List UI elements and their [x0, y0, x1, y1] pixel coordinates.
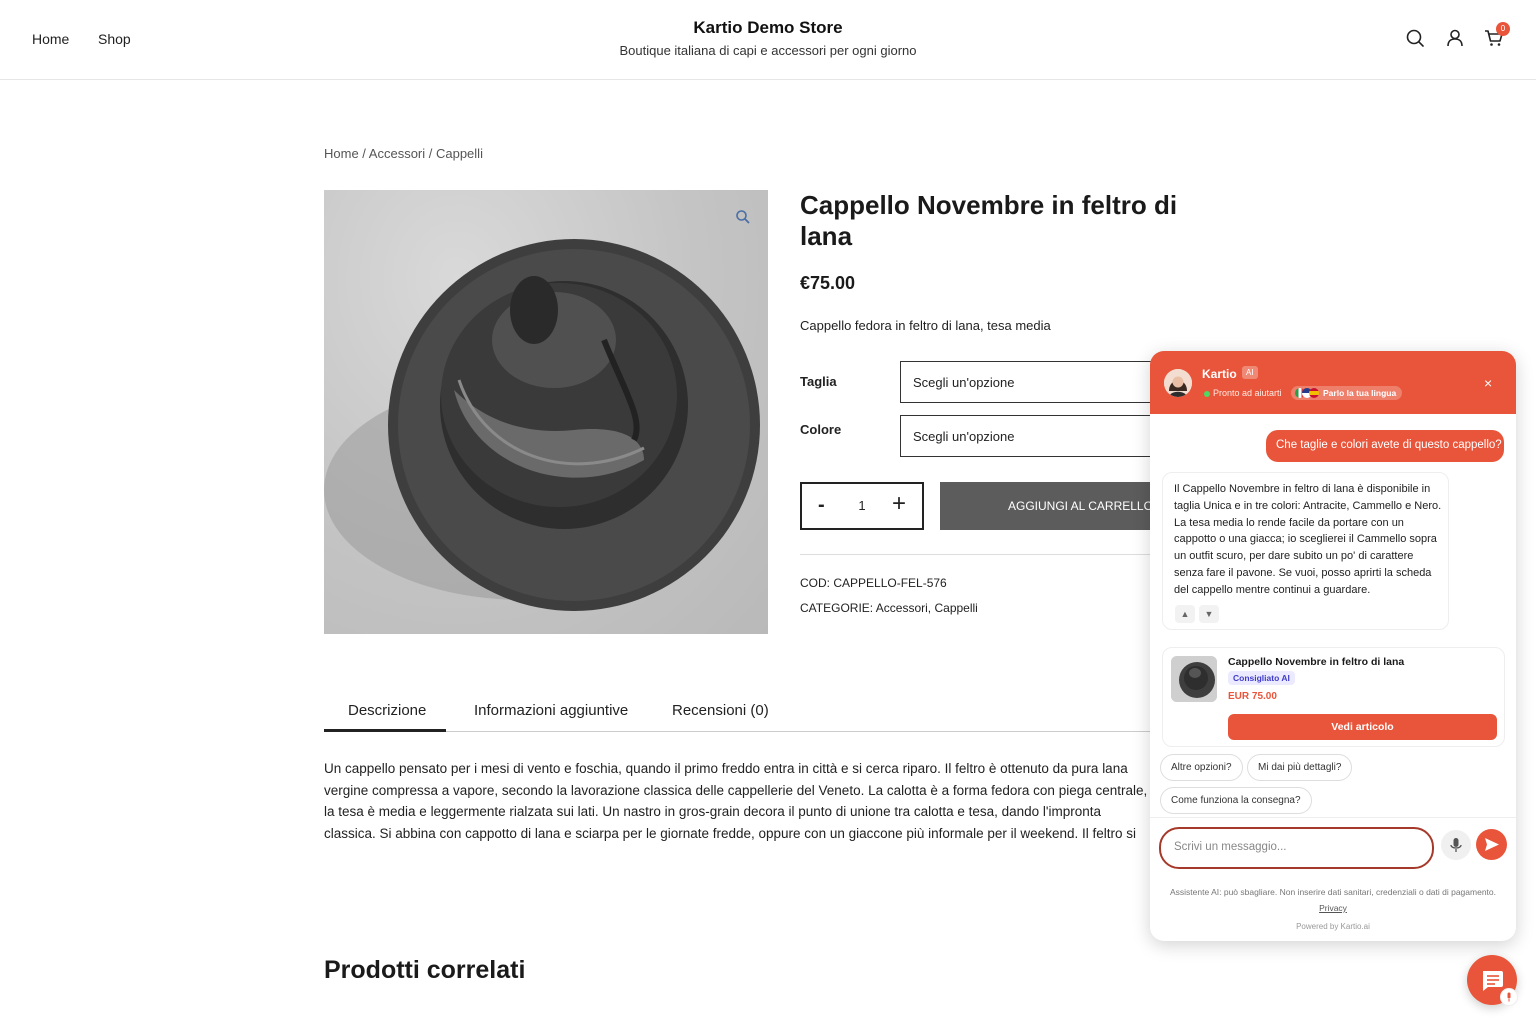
- active-tab-indicator: [324, 729, 446, 732]
- search-icon[interactable]: [1405, 28, 1425, 48]
- product-image[interactable]: [324, 190, 768, 634]
- chat-input-divider: [1150, 817, 1516, 818]
- size-select[interactable]: Scegli un'opzione: [900, 361, 1170, 403]
- product-short-description: Cappello fedora in feltro di lana, tesa …: [800, 318, 1051, 333]
- thumbs-up-icon[interactable]: ▲: [1175, 605, 1195, 623]
- tabs-underline: [324, 731, 1170, 732]
- store-title[interactable]: Kartio Demo Store: [0, 18, 1536, 38]
- bot-name: Kartio: [1202, 367, 1237, 381]
- suggestion-chip[interactable]: Altre opzioni?: [1160, 754, 1243, 781]
- cart-count-badge: 0: [1496, 22, 1510, 36]
- chat-header: Kartio AI Pronto ad aiutarti Parlo la tu…: [1150, 351, 1516, 414]
- product-categories[interactable]: CATEGORIE: Accessori, Cappelli: [800, 601, 978, 615]
- quantity-increase-button[interactable]: +: [892, 490, 906, 518]
- size-label: Taglia: [800, 374, 837, 389]
- suggestion-chip[interactable]: Come funziona la consegna?: [1160, 787, 1312, 814]
- tab-reviews[interactable]: Recensioni (0): [672, 702, 769, 719]
- spain-flag-icon: [1309, 388, 1319, 398]
- avatar-illustration: [1164, 369, 1192, 397]
- product-price: €75.00: [800, 273, 856, 293]
- suggestion-chip[interactable]: Mi dai più dettagli?: [1247, 754, 1353, 781]
- bot-message: Il Cappello Novembre in feltro di lana è…: [1162, 472, 1449, 630]
- zoom-icon[interactable]: [735, 209, 751, 225]
- product-recommendation-card: Cappello Novembre in feltro di lana Cons…: [1162, 647, 1505, 747]
- ai-disclaimer: Assistente AI: può sbagliare. Non inseri…: [1169, 887, 1497, 897]
- bot-status: Pronto ad aiutarti: [1213, 388, 1282, 398]
- color-select[interactable]: Scegli un'opzione: [900, 415, 1170, 457]
- ai-tag: AI: [1242, 366, 1258, 379]
- summary-divider: [800, 554, 1170, 555]
- launcher-microphone-icon[interactable]: [1500, 988, 1518, 1006]
- card-hat-illustration: [1171, 656, 1217, 702]
- thumbs-down-icon[interactable]: ▼: [1199, 605, 1219, 623]
- product-description: Un cappello pensato per i mesi di vento …: [324, 761, 1148, 848]
- language-pill-label: Parlo la tua lingua: [1323, 388, 1397, 398]
- tab-additional-info[interactable]: Informazioni aggiuntive: [474, 702, 628, 719]
- product-sku: COD: CAPPELLO-FEL-576: [800, 576, 947, 590]
- message-input[interactable]: Scrivi un messaggio...: [1159, 827, 1434, 869]
- send-icon: [1485, 838, 1499, 851]
- launcher-mic-glyph: [1507, 992, 1511, 1002]
- privacy-link[interactable]: Privacy: [1150, 903, 1516, 913]
- card-title: Cappello Novembre in feltro di lana: [1228, 656, 1405, 668]
- user-message: Che taglie e colori avete di questo capp…: [1266, 430, 1504, 462]
- card-product-image: [1171, 656, 1217, 702]
- powered-by[interactable]: Powered by Kartio.ai: [1150, 922, 1516, 931]
- ai-recommended-badge: Consigliato AI: [1228, 671, 1295, 685]
- view-item-button[interactable]: Vedi articolo: [1228, 714, 1497, 740]
- close-chat-icon[interactable]: ×: [1484, 375, 1492, 391]
- account-icon[interactable]: [1445, 28, 1465, 48]
- language-pill: Parlo la tua lingua: [1291, 386, 1403, 400]
- add-to-cart-button[interactable]: AGGIUNGI AL CARRELLO: [940, 482, 1170, 530]
- hat-illustration: [324, 239, 760, 611]
- quantity-stepper[interactable]: - 1 +: [800, 482, 924, 530]
- related-products-title: Prodotti correlati: [324, 956, 526, 984]
- breadcrumb[interactable]: Home / Accessori / Cappelli: [324, 146, 483, 161]
- bot-avatar: [1164, 369, 1192, 397]
- store-tagline: Boutique italiana di capi e accessori pe…: [619, 43, 917, 58]
- product-title: Cappello Novembre in feltro di lana: [800, 190, 1178, 251]
- bot-message-text: Il Cappello Novembre in feltro di lana è…: [1174, 483, 1442, 596]
- online-status-dot: [1204, 391, 1210, 397]
- send-button[interactable]: [1476, 829, 1507, 860]
- microphone-button[interactable]: [1441, 830, 1471, 860]
- card-price: EUR 75.00: [1228, 691, 1277, 702]
- site-header: Home Shop Kartio Demo Store Boutique ita…: [0, 0, 1536, 80]
- chat-widget: Kartio AI Pronto ad aiutarti Parlo la tu…: [1150, 351, 1516, 941]
- color-label: Colore: [800, 422, 842, 437]
- tab-description[interactable]: Descrizione: [348, 702, 426, 719]
- microphone-icon: [1450, 838, 1462, 852]
